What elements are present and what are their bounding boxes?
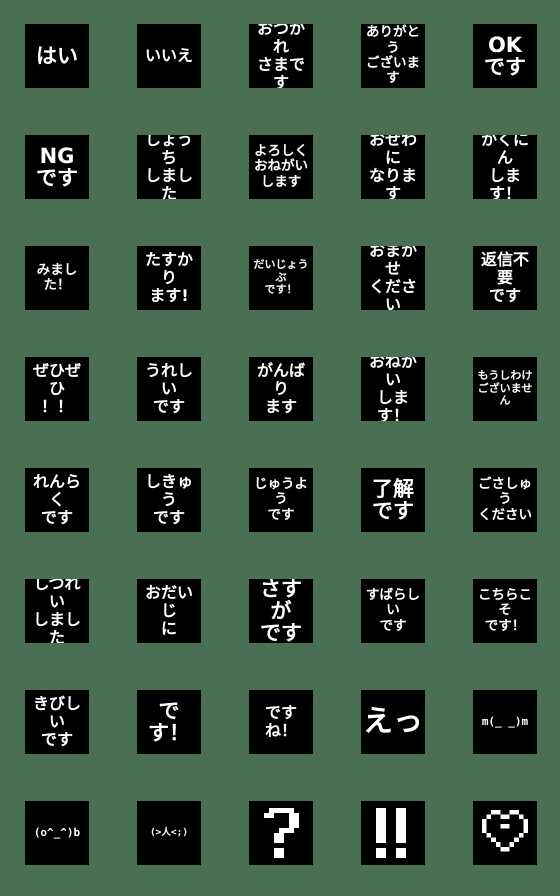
sticker-tile[interactable]: すばらしい です <box>361 579 425 643</box>
kaomoji-label: (o^_^)b <box>33 826 81 840</box>
sticker-tile[interactable]: さすが です <box>249 579 313 643</box>
sticker-label: ありがとう ございます <box>366 24 420 87</box>
sticker-label: よろしく おねがい します <box>254 142 308 190</box>
sticker-label: しつれい しました <box>32 579 81 643</box>
sticker-tile[interactable]: もうしわけ ございません <box>473 357 537 421</box>
kaomoji-label: (>人<;) <box>149 826 189 838</box>
sticker-label: たすかり ます! <box>144 250 193 305</box>
sticker-tile[interactable]: m(_ _)m <box>473 690 537 754</box>
sticker-label: おせわに なります <box>368 135 417 199</box>
sticker-label: うれしい です <box>144 361 193 416</box>
sticker-tile[interactable]: おねがい します！ <box>361 357 425 421</box>
sticker-label: はい <box>36 43 78 68</box>
sticker-label: もうしわけ ございません <box>477 368 533 408</box>
sticker-tile[interactable]: じゅうよう です <box>249 468 313 532</box>
kaomoji-label: m(_ _)m <box>481 715 529 729</box>
sticker-label: です！ <box>148 698 190 745</box>
sticker-tile[interactable]: きびしい です <box>25 690 89 754</box>
sticker-tile[interactable]: ありがとう ございます <box>361 24 425 88</box>
sticker-tile[interactable]: (o^_^)b <box>25 801 89 865</box>
sticker-tile[interactable]: ですね！ <box>249 690 313 754</box>
sticker-label: NG です <box>36 143 78 190</box>
sticker-tile[interactable]: おせわに なります <box>361 135 425 199</box>
sticker-tile[interactable]: みました！ <box>25 246 89 310</box>
sticker-label: ごさしゅう ください <box>478 475 532 523</box>
sticker-label: じゅうよう です <box>254 475 308 523</box>
sticker-tile[interactable]: よろしく おねがい します <box>249 135 313 199</box>
sticker-tile[interactable]: 了解 です <box>361 468 425 532</box>
sticker-label: しょうち しました <box>144 135 193 199</box>
sticker-label: がんばり ます <box>256 361 305 416</box>
sticker-tile[interactable]: だいじょうぶ です！ <box>249 246 313 310</box>
sticker-tile[interactable]: れんらく です <box>25 468 89 532</box>
sticker-tile[interactable]: しつれい しました <box>25 579 89 643</box>
sticker-label: おまかせ ください <box>368 246 417 310</box>
sticker-tile[interactable]: おだいじ に <box>137 579 201 643</box>
sticker-tile[interactable]: ごさしゅう ください <box>473 468 537 532</box>
sticker-tile[interactable]: こちらこそ です！ <box>473 579 537 643</box>
sticker-label: いいえ <box>144 46 193 66</box>
sticker-label: えっ <box>363 704 423 739</box>
sticker-label: しきゅう です <box>144 472 193 527</box>
sticker-tile[interactable]: OK です <box>473 24 537 88</box>
sticker-tile[interactable]: です！ <box>137 690 201 754</box>
double-exclamation-icon[interactable] <box>361 801 425 865</box>
sticker-label: おだいじ に <box>144 583 193 638</box>
question-mark-icon[interactable] <box>249 801 313 865</box>
sticker-label: おねがい します！ <box>368 357 417 421</box>
sticker-tile[interactable]: 返信不要 です <box>473 246 537 310</box>
sticker-sheet: はい いいえ おつかれ さまです ありがとう ございます OK です NG です しょうち … <box>0 0 560 896</box>
sticker-label: れんらく です <box>32 472 81 527</box>
sticker-label: おつかれ さまです <box>256 24 305 88</box>
sticker-label: 了解 です <box>372 476 414 523</box>
sticker-label: きびしい です <box>32 694 81 749</box>
sticker-tile[interactable]: おつかれ さまです <box>249 24 313 88</box>
question-mark-glyph <box>263 808 299 858</box>
sticker-label: ですね！ <box>264 703 297 740</box>
sticker-label: みました！ <box>36 261 78 293</box>
sticker-label: こちらこそ です！ <box>478 586 532 634</box>
sticker-label: かくにん します！ <box>480 135 529 199</box>
sticker-tile[interactable]: たすかり ます! <box>137 246 201 310</box>
heart-glyph <box>482 810 528 852</box>
sticker-tile[interactable]: がんばり ます <box>249 357 313 421</box>
sticker-label: ぜひぜひ ！！ <box>32 361 81 416</box>
sticker-label: 返信不要 です <box>480 250 529 305</box>
sticker-tile[interactable]: ぜひぜひ ！！ <box>25 357 89 421</box>
sticker-label: だいじょうぶ です！ <box>253 257 309 297</box>
sticker-label: OK です <box>484 32 526 79</box>
sticker-tile[interactable]: かくにん します！ <box>473 135 537 199</box>
sticker-tile[interactable]: しきゅう です <box>137 468 201 532</box>
sticker-tile[interactable]: おまかせ ください <box>361 246 425 310</box>
sticker-tile[interactable]: はい <box>25 24 89 88</box>
sticker-tile[interactable]: えっ <box>361 690 425 754</box>
heart-icon[interactable] <box>473 801 537 865</box>
sticker-tile[interactable]: うれしい です <box>137 357 201 421</box>
sticker-label: すばらしい です <box>366 586 420 634</box>
double-exclamation-glyph <box>375 808 406 858</box>
sticker-label: さすが です <box>260 579 302 643</box>
sticker-tile[interactable]: (>人<;) <box>137 801 201 865</box>
sticker-tile[interactable]: しょうち しました <box>137 135 201 199</box>
sticker-tile[interactable]: NG です <box>25 135 89 199</box>
sticker-tile[interactable]: いいえ <box>137 24 201 88</box>
